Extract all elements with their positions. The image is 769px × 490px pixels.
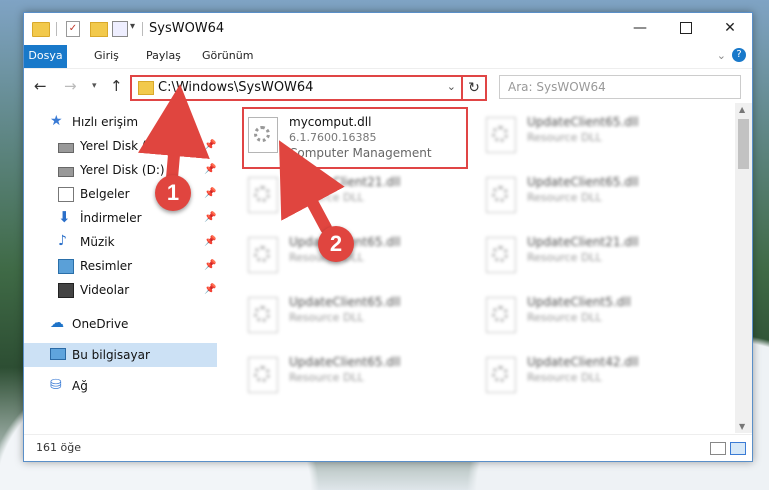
tab-share[interactable]: Paylaş — [136, 45, 191, 67]
tab-view[interactable]: Görünüm — [192, 45, 263, 67]
sidebar-item-music[interactable]: ♪ Müzik — [58, 231, 218, 253]
large-icons-view-icon[interactable] — [730, 442, 746, 455]
step-marker-1: 1 — [155, 175, 191, 211]
step-marker-2: 2 — [318, 226, 354, 262]
dll-file-icon — [248, 297, 278, 333]
dll-file-icon — [486, 177, 516, 213]
folder-icon — [32, 22, 50, 37]
dll-file-icon — [248, 237, 278, 273]
scrollbar-thumb[interactable] — [738, 119, 749, 169]
file-item[interactable]: UpdateClient65.dll Resource DLL — [482, 171, 702, 223]
dll-file-icon — [486, 237, 516, 273]
file-item[interactable]: UpdateClient42.dll Resource DLL — [482, 351, 702, 403]
vertical-scrollbar[interactable]: ▲ ▼ — [735, 103, 752, 433]
customize-toolbar-chevron-icon[interactable]: ▾ — [130, 21, 135, 39]
drive-icon — [58, 167, 74, 177]
file-list: mycomput.dll 6.1.7600.16385 Computer Man… — [224, 103, 734, 433]
music-icon: ♪ — [58, 233, 67, 249]
dll-file-icon — [248, 177, 278, 213]
address-history-chevron-icon[interactable]: ⌄ — [447, 80, 456, 93]
divider — [56, 22, 57, 36]
sidebar-item-this-pc[interactable]: Bu bilgisayar — [50, 344, 210, 366]
item-count: 161 öğe — [36, 441, 81, 454]
file-item[interactable]: UpdateClient21.dll Resource DLL — [244, 171, 464, 223]
file-item[interactable]: UpdateClient65.dll Resource DLL — [244, 351, 464, 403]
details-view-icon[interactable] — [710, 442, 726, 455]
ribbon-tabs: Dosya Giriş Paylaş Görünüm ⌄ ? — [24, 45, 752, 97]
file-item[interactable]: UpdateClient65.dll Resource DLL — [482, 111, 702, 163]
dll-file-icon — [486, 297, 516, 333]
sidebar-item-videos[interactable]: Videolar — [58, 279, 218, 301]
network-icon: ⛁ — [50, 377, 62, 393]
search-input[interactable]: Ara: SysWOW64 — [499, 75, 741, 99]
minimize-button[interactable]: — — [620, 13, 660, 43]
up-arrow-icon[interactable]: ↑ — [110, 77, 123, 95]
new-folder-icon[interactable] — [90, 22, 108, 37]
help-icon[interactable]: ? — [732, 48, 746, 62]
sidebar-item-pictures[interactable]: Resimler — [58, 255, 218, 277]
expand-ribbon-chevron-icon[interactable]: ⌄ — [717, 49, 726, 62]
pin-icon[interactable]: 📌 — [204, 260, 216, 271]
window-title: SysWOW64 — [149, 21, 225, 36]
status-bar: 161 öğe — [24, 434, 752, 461]
dll-file-icon — [248, 357, 278, 393]
sidebar-item-network[interactable]: ⛁ Ağ — [50, 375, 210, 397]
pictures-icon — [58, 259, 74, 274]
properties-check-icon[interactable]: ✓ — [66, 21, 80, 37]
back-arrow-icon[interactable]: ← — [34, 77, 47, 95]
file-explorer-window: ✓ ▾ SysWOW64 — ✕ Dosya Giriş Paylaş Görü… — [23, 12, 753, 462]
pin-icon[interactable]: 📌 — [204, 284, 216, 295]
file-item[interactable]: UpdateClient21.dll Resource DLL — [482, 231, 702, 283]
pin-icon[interactable]: 📌 — [204, 236, 216, 247]
address-bar[interactable]: C:\Windows\SysWOW64 ⌄ — [130, 75, 464, 101]
drive-icon — [58, 143, 74, 153]
sidebar-item-onedrive[interactable]: ☁ OneDrive — [50, 313, 210, 335]
documents-icon — [58, 187, 74, 202]
forward-arrow-icon[interactable]: → — [64, 77, 77, 95]
navigation-pane: ★ Hızlı erişim Yerel Disk (C:) 📌 Yerel D… — [24, 103, 217, 433]
videos-icon — [58, 283, 74, 298]
maximize-button[interactable] — [666, 13, 706, 43]
dll-file-icon — [486, 357, 516, 393]
cloud-icon: ☁ — [50, 315, 64, 331]
sidebar-item-documents[interactable]: Belgeler — [58, 183, 218, 205]
computer-icon — [50, 348, 66, 360]
file-item[interactable]: UpdateClient65.dll Resource DLL — [244, 231, 464, 283]
file-item[interactable]: UpdateClient5.dll Resource DLL — [482, 291, 702, 343]
scroll-up-icon[interactable]: ▲ — [739, 105, 745, 114]
recent-locations-chevron-icon[interactable]: ▾ — [92, 81, 97, 91]
sidebar-item-quick-access[interactable]: ★ Hızlı erişim — [50, 111, 210, 133]
scroll-down-icon[interactable]: ▼ — [739, 422, 745, 431]
sidebar-item-downloads[interactable]: ⬇ İndirmeler — [58, 207, 218, 229]
close-button[interactable]: ✕ — [710, 13, 750, 43]
address-path[interactable]: C:\Windows\SysWOW64 — [158, 80, 313, 95]
search-placeholder: Ara: SysWOW64 — [508, 80, 606, 94]
sidebar-item-disk-c[interactable]: Yerel Disk (C:) — [58, 135, 218, 157]
pin-icon[interactable]: 📌 — [204, 188, 216, 199]
tab-home[interactable]: Giriş — [84, 45, 129, 67]
properties-icon[interactable] — [112, 21, 128, 37]
sidebar-item-disk-d[interactable]: Yerel Disk (D:) — [58, 159, 218, 181]
divider — [142, 22, 143, 36]
pin-icon[interactable]: 📌 — [204, 164, 216, 175]
navigation-bar: ← → ▾ ↑ C:\Windows\SysWOW64 ⌄ ↻ Ara: Sys… — [24, 68, 752, 103]
pin-icon[interactable]: 📌 — [204, 212, 216, 223]
downloads-icon: ⬇ — [58, 208, 71, 226]
file-highlight-box — [242, 107, 468, 169]
refresh-button[interactable]: ↻ — [461, 75, 487, 101]
star-icon: ★ — [50, 113, 63, 129]
pin-icon[interactable]: 📌 — [204, 140, 216, 151]
title-bar: ✓ ▾ SysWOW64 — ✕ — [24, 13, 752, 45]
dll-file-icon — [486, 117, 516, 153]
file-item[interactable]: UpdateClient65.dll Resource DLL — [244, 291, 464, 343]
folder-icon — [138, 81, 154, 95]
